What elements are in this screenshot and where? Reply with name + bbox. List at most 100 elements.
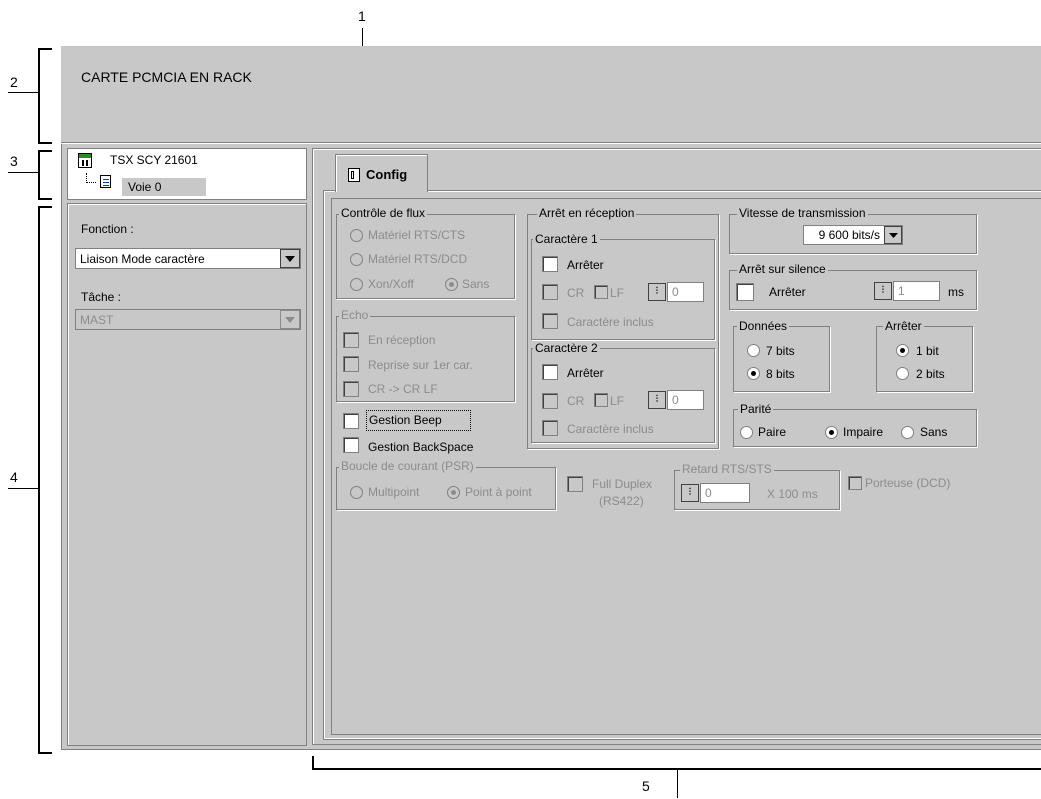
flow-rts-cts-radio [350, 229, 363, 242]
parity-none-radio[interactable] [901, 426, 914, 439]
parity-even-label: Paire [758, 425, 787, 439]
char2-title: Caractère 2 [533, 341, 600, 355]
annotation-3-line [8, 172, 38, 173]
parity-none-label: Sans [920, 425, 948, 439]
channel-item[interactable]: Voie 0 [122, 178, 206, 196]
echo-resume-checkbox [343, 356, 359, 372]
task-label: Tâche : [81, 290, 122, 304]
char2-stop-label: Arrêter [567, 366, 604, 380]
char2-cr-label: CR [567, 394, 585, 408]
flow-control-title: Contrôle de flux [339, 206, 428, 220]
point-to-point-radio [447, 486, 460, 499]
char2-spinner: ⁝ [648, 391, 666, 409]
rts-delay-title: Retard RTS/STS [680, 462, 774, 476]
parity-title: Parité [738, 402, 774, 416]
tree-connector-icon [86, 173, 96, 183]
char1-spinner: ⁝ [648, 283, 666, 301]
echo-crlf-label: CR -> CR LF [368, 382, 438, 396]
data-bits-group [733, 326, 830, 392]
char1-cr-label: CR [567, 286, 585, 300]
char2-stop-checkbox[interactable] [542, 364, 558, 380]
module-tree: TSX SCY 21601 Voie 0 [67, 148, 307, 200]
echo-reception-checkbox [343, 332, 359, 348]
carrier-checkbox [848, 476, 862, 490]
channel-icon [100, 175, 111, 188]
char2-included-checkbox [542, 420, 558, 436]
header-area [61, 46, 1041, 144]
parity-even-radio[interactable] [740, 426, 753, 439]
beep-checkbox[interactable] [343, 413, 359, 429]
char1-stop-checkbox[interactable] [542, 256, 558, 272]
speed-select[interactable]: 9 600 bits/s [803, 225, 903, 245]
backspace-checkbox[interactable] [343, 437, 359, 453]
rts-delay-spinner: ⁝ [681, 484, 699, 502]
parity-odd-label: Impaire [843, 425, 884, 439]
parity-odd-radio[interactable] [825, 426, 838, 439]
module-name[interactable]: TSX SCY 21601 [110, 153, 198, 167]
char2-lf-checkbox [594, 393, 608, 407]
flow-xon-radio [350, 278, 363, 291]
silence-stop-checkbox[interactable] [736, 283, 754, 301]
flow-rts-cts-label: Matériel RTS/CTS [368, 228, 466, 242]
silence-value: 1 [893, 281, 940, 301]
rts-delay-value: 0 [700, 483, 750, 503]
flow-none-label: Sans [462, 277, 490, 291]
annotation-4-bracket [38, 206, 52, 754]
annotation-5: 5 [642, 778, 650, 794]
silence-unit: ms [948, 285, 964, 299]
multipoint-radio [350, 486, 363, 499]
data-bits-title: Données [737, 319, 790, 333]
echo-reception-label: En réception [368, 333, 436, 347]
annotation-2-line [8, 92, 38, 93]
stop-bits-title: Arrêter [883, 319, 924, 333]
annotation-5-bracket [312, 756, 1041, 770]
echo-title: Echo [339, 308, 371, 322]
chevron-down-icon[interactable] [884, 226, 902, 244]
data-7bits-radio[interactable] [747, 344, 760, 357]
tab-config[interactable]: Config [335, 154, 428, 192]
speed-value: 9 600 bits/s [818, 228, 880, 242]
annotation-3: 3 [10, 153, 18, 169]
task-select: MAST [75, 309, 301, 330]
current-loop-title: Boucle de courant (PSR) [339, 459, 476, 473]
channel-settings-panel [67, 203, 307, 746]
echo-crlf-checkbox [343, 381, 359, 397]
annotation-3-bracket [38, 150, 52, 200]
char2-included-label: Caractère inclus [567, 422, 654, 436]
function-select[interactable]: Liaison Mode caractère [75, 248, 301, 269]
char2-lf-label: LF [610, 394, 625, 408]
task-value: MAST [80, 313, 114, 327]
full-duplex-label: Full Duplex [592, 477, 653, 491]
chevron-down-icon[interactable] [280, 249, 300, 268]
annotation-1: 1 [358, 8, 366, 24]
char1-stop-label: Arrêter [567, 258, 604, 272]
char1-included-checkbox [542, 313, 558, 329]
flow-rts-dcd-radio [350, 253, 363, 266]
data-8bits-label: 8 bits [766, 367, 795, 381]
stop-1bit-label: 1 bit [916, 344, 939, 358]
tab-config-label: Config [366, 167, 408, 182]
function-value: Liaison Mode caractère [80, 252, 205, 266]
full-duplex-checkbox [567, 476, 583, 492]
silence-title: Arrêt sur silence [737, 262, 828, 276]
data-8bits-radio[interactable] [747, 367, 760, 380]
annotation-4-line [8, 488, 38, 489]
page-title: CARTE PCMCIA EN RACK [81, 69, 252, 85]
char1-lf-checkbox [594, 285, 608, 299]
flow-rts-dcd-label: Matériel RTS/DCD [368, 252, 468, 266]
stop-2bits-radio[interactable] [896, 367, 909, 380]
stop-bits-group [876, 326, 973, 392]
backspace-label: Gestion BackSpace [368, 440, 474, 454]
beep-label[interactable]: Gestion Beep [366, 410, 471, 431]
module-icon [78, 153, 92, 168]
char2-value: 0 [667, 390, 704, 410]
full-duplex-sublabel: (RS422) [599, 494, 644, 508]
char1-title: Caractère 1 [533, 232, 600, 246]
stop-1bit-radio[interactable] [896, 344, 909, 357]
echo-resume-label: Reprise sur 1er car. [368, 358, 473, 372]
multipoint-label: Multipoint [368, 485, 420, 499]
reception-stop-title: Arrêt en réception [537, 206, 637, 220]
flow-none-radio [445, 278, 458, 291]
stop-2bits-label: 2 bits [916, 367, 945, 381]
char1-cr-checkbox [542, 284, 558, 300]
